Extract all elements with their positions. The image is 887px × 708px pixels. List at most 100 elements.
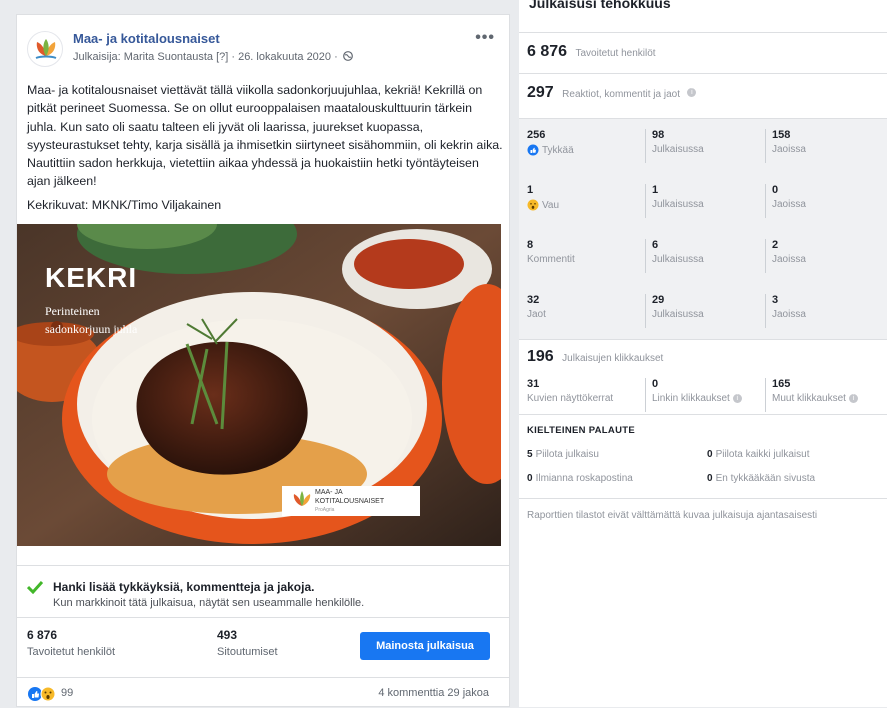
reach-value: 6 876 <box>27 628 58 642</box>
likes-on-post: 98 Julkaisussa <box>645 129 770 163</box>
comments-on-post-value: 6 <box>652 239 659 251</box>
comments-shares-count[interactable]: 4 kommenttia 29 jakoa <box>378 687 489 699</box>
breakdown-row-likes: 256 Tykkää 98 Julkaisussa 158 Jaoissa <box>519 119 887 174</box>
comments-on-shares-value: 2 <box>772 239 779 251</box>
post-photo[interactable]: KEKRI Perinteinen sadonkorjuun juhla MAA… <box>17 224 501 546</box>
like-wow-icon <box>28 686 56 702</box>
engagement-label: Sitoutumiset <box>217 646 278 658</box>
other-clicks-wrap: Muut klikkaukset i <box>772 393 887 404</box>
photo-views-label: Kuvien näyttökerrat <box>527 393 614 404</box>
promote-post-button[interactable]: Mainosta julkaisua <box>360 632 490 660</box>
wow-on-post-value: 1 <box>652 184 659 196</box>
breakdown-row-comments: 8 Kommentit 6 Julkaisussa 2 Jaoissa <box>519 229 887 284</box>
wow-on-post: 1 Julkaisussa <box>645 184 770 218</box>
shares-on-post-value: 29 <box>652 294 665 306</box>
divider <box>519 498 887 499</box>
shares-value: 32 <box>527 294 540 306</box>
report-disclaimer: Raporttien tilastot eivät välttämättä ku… <box>527 510 818 521</box>
wow-icon <box>527 199 539 211</box>
hide-all-label: Piilota kaikki julkaisut <box>715 449 810 460</box>
shares-on-shares: 3 Jaoissa <box>765 294 887 328</box>
post-meta-text: Julkaisija: Marita Suontausta [?] · 26. … <box>73 51 338 63</box>
photo-views: 31 Kuvien näyttökerrat <box>527 378 645 404</box>
clicks-value: 196 <box>527 348 554 365</box>
report-spam-value: 0 <box>527 473 533 484</box>
clicks-label: Julkaisujen klikkaukset <box>562 353 664 364</box>
engagement-stat: 493 Sitoutumiset <box>217 628 278 658</box>
likes-on-post-value: 98 <box>652 129 665 141</box>
post-card: Maa- ja kotitalousnaiset Julkaisija: Mar… <box>16 14 510 707</box>
page-name-link[interactable]: Maa- ja kotitalousnaiset <box>73 31 220 46</box>
photo-sub2: sadonkorjuun juhla <box>45 322 138 336</box>
reach-label: Tavoitetut henkilöt <box>27 646 116 658</box>
org-logo-icon <box>35 39 57 59</box>
promo-subtitle: Kun markkinoit tätä julkaisua, näytät se… <box>53 597 365 609</box>
panel-engagement-label: Reaktiot, kommentit ja jaot <box>562 89 680 100</box>
unlike-page-stat: 0 En tykkääkään sivusta <box>707 473 815 484</box>
checkmark-icon <box>27 580 43 594</box>
more-options-button[interactable]: ••• <box>475 29 495 47</box>
unlike-page-label: En tykkääkään sivusta <box>715 473 816 484</box>
shares-total: 32 Jaot <box>527 294 645 320</box>
info-icon[interactable]: i <box>848 394 858 403</box>
photo-logo-line1: MAA- JA <box>315 489 343 496</box>
likes-value: 256 <box>527 129 546 141</box>
reaction-icons[interactable] <box>27 686 59 702</box>
wow-value: 1 <box>527 184 534 196</box>
link-clicks: 0 Linkin klikkaukset i <box>645 378 770 412</box>
link-clicks-value: 0 <box>652 378 659 390</box>
panel-reach: 6 876 Tavoitetut henkilöt <box>519 32 887 74</box>
hide-all-value: 0 <box>707 449 713 460</box>
hide-post-value: 5 <box>527 449 533 460</box>
photo-logo-line3: ProAgria <box>315 507 335 513</box>
link-clicks-label: Linkin klikkaukset <box>652 393 730 404</box>
shares-on-post-label: Julkaisussa <box>652 309 704 320</box>
wow-label-wrap: Vau <box>527 199 645 211</box>
panel-reach-label: Tavoitetut henkilöt <box>575 48 656 59</box>
likes-on-shares-label: Jaoissa <box>772 144 806 155</box>
wow-total: 1 Vau <box>527 184 645 211</box>
photo-logo-line2: KOTITALOUSNAISET <box>315 498 385 505</box>
shares-on-shares-label: Jaoissa <box>772 309 806 320</box>
likes-on-shares: 158 Jaoissa <box>765 129 887 163</box>
wow-label: Vau <box>542 199 560 211</box>
other-clicks: 165 Muut klikkaukset i <box>765 378 887 412</box>
promote-banner: Hanki lisää tykkäyksiä, kommentteja ja j… <box>17 565 509 612</box>
breakdown-row-shares: 32 Jaot 29 Julkaisussa 3 Jaoissa <box>519 284 887 339</box>
panel-engagement: 297 Reaktiot, kommentit ja jaot i <box>519 72 887 118</box>
reach-stat: 6 876 Tavoitetut henkilöt <box>27 628 115 658</box>
likes-total: 256 Tykkää <box>527 129 645 156</box>
hide-post-stat: 5 Piilota julkaisu <box>527 449 599 460</box>
promo-title: Hanki lisää tykkäyksiä, kommentteja ja j… <box>53 580 315 594</box>
likes-on-shares-value: 158 <box>772 129 791 141</box>
other-clicks-label: Muut klikkaukset <box>772 393 846 404</box>
wow-on-shares-label: Jaoissa <box>772 199 806 210</box>
likes-label: Tykkää <box>542 144 574 156</box>
reaction-count[interactable]: 99 <box>61 687 73 699</box>
wow-on-post-label: Julkaisussa <box>652 199 704 210</box>
clicks-header: 196 Julkaisujen klikkaukset <box>519 338 887 372</box>
page-avatar[interactable] <box>27 31 63 67</box>
post-body: Maa- ja kotitalousnaiset viettävät tällä… <box>27 81 505 219</box>
wow-on-shares-value: 0 <box>772 184 779 196</box>
hide-post-label: Piilota julkaisu <box>535 449 599 460</box>
info-icon[interactable]: i <box>687 88 697 98</box>
comments-label: Kommentit <box>527 254 575 265</box>
post-stats: 6 876 Tavoitetut henkilöt 493 Sitoutumis… <box>17 617 509 678</box>
breakdown-row-wow: 1 Vau 1 Julkaisussa 0 Jaoissa <box>519 174 887 229</box>
likes-label-wrap: Tykkää <box>527 144 645 156</box>
clicks-breakdown: 31 Kuvien näyttökerrat 0 Linkin klikkauk… <box>519 372 887 415</box>
comments-on-shares-label: Jaoissa <box>772 254 806 265</box>
comments-value: 8 <box>527 239 534 251</box>
post-footer: 99 4 kommenttia 29 jakoa <box>17 677 509 708</box>
post-header: Maa- ja kotitalousnaiset Julkaisija: Mar… <box>27 29 501 69</box>
comments-on-post: 6 Julkaisussa <box>645 239 770 273</box>
photo-headline: KEKRI <box>45 262 138 293</box>
like-icon <box>527 144 539 156</box>
comments-total: 8 Kommentit <box>527 239 645 265</box>
panel-engagement-value: 297 <box>527 84 554 101</box>
unlike-page-value: 0 <box>707 473 713 484</box>
negative-feedback-title: KIELTEINEN PALAUTE <box>527 425 635 436</box>
info-icon[interactable]: i <box>732 394 742 403</box>
panel-title: Julkaisusi tehokkuus <box>529 0 671 14</box>
